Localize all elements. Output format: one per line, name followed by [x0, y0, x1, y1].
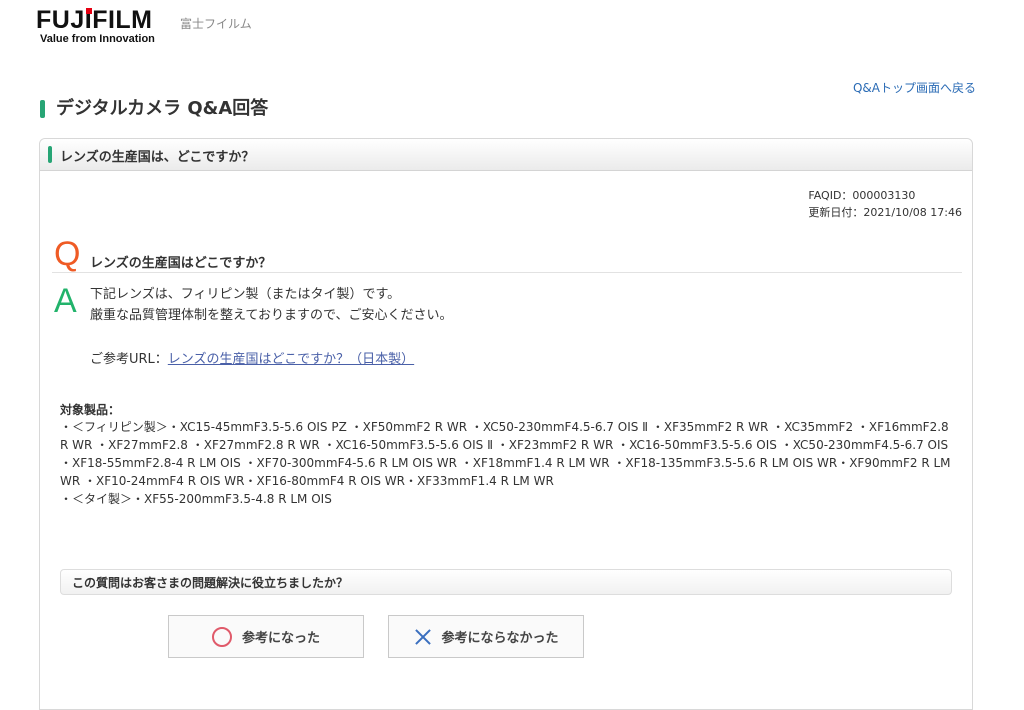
reference-prefix: ご参考URL：: [90, 352, 168, 367]
products-philippines: ・＜フィリピン製＞・XC15-45mmF3.5-5.6 OIS PZ ・XF50…: [60, 420, 951, 488]
qa-top-link[interactable]: Q&Aトップ画面へ戻る: [853, 79, 976, 96]
helpful-button[interactable]: 参考になった: [168, 615, 364, 658]
logo-tagline: Value from Innovation: [40, 33, 155, 45]
not-helpful-button[interactable]: 参考にならなかった: [388, 615, 584, 658]
feedback-bar: この質問はお客さまの問題解決に役立ちましたか？: [60, 569, 952, 595]
faq-panel-header: レンズの生産国は、どこですか？: [40, 139, 972, 171]
question-mark-icon: Q: [54, 235, 81, 273]
fujifilm-logo[interactable]: FUJIFILM: [36, 6, 153, 34]
question-divider: [52, 272, 962, 273]
faq-id: FAQID：000003130: [808, 189, 916, 202]
site-header: FUJIFILM Value from Innovation 富士フイルム: [36, 6, 336, 46]
helpful-label: 参考になった: [241, 631, 320, 646]
logo-text-after-i: FILM: [92, 6, 153, 34]
faq-updated-date: 更新日付：2021/10/08 17:46: [808, 206, 962, 219]
logo-text-before-i: FUJ: [36, 6, 85, 34]
products-thailand: ・＜タイ製＞・XF55-200mmF3.5-4.8 R LM OIS: [60, 492, 332, 506]
logo-letter-i: I: [84, 6, 93, 34]
not-helpful-label: 参考にならなかった: [441, 631, 559, 646]
reference-link[interactable]: レンズの生産国はどこですか？（日本製）: [168, 352, 414, 367]
close-icon: [413, 627, 433, 647]
reference-url: ご参考URL：レンズの生産国はどこですか？（日本製）: [90, 348, 414, 367]
answer-line-1: 下記レンズは、フィリピン製（またはタイ製）です。: [90, 287, 401, 302]
company-name: 富士フイルム: [180, 17, 252, 31]
faq-panel: レンズの生産国は、どこですか？ FAQID：000003130 更新日付：202…: [39, 138, 973, 710]
products-title: 対象製品：: [60, 403, 121, 417]
page-title: デジタルカメラ Q&A回答: [40, 97, 268, 121]
question-text: レンズの生産国はどこですか？: [90, 256, 272, 271]
faq-heading: レンズの生産国は、どこですか？: [60, 150, 255, 165]
answer-line-2: 厳重な品質管理体制を整えておりますので、ご安心ください。: [90, 308, 453, 323]
answer-mark-icon: A: [54, 282, 77, 320]
products-list: ・＜フィリピン製＞・XC15-45mmF3.5-5.6 OIS PZ ・XF50…: [60, 418, 960, 508]
answer-text: 下記レンズは、フィリピン製（またはタイ製）です。 厳重な品質管理体制を整えており…: [90, 284, 452, 326]
faq-meta: FAQID：000003130 更新日付：2021/10/08 17:46: [808, 187, 962, 221]
feedback-title: この質問はお客さまの問題解決に役立ちましたか？: [72, 576, 349, 590]
circle-icon: [211, 626, 232, 647]
